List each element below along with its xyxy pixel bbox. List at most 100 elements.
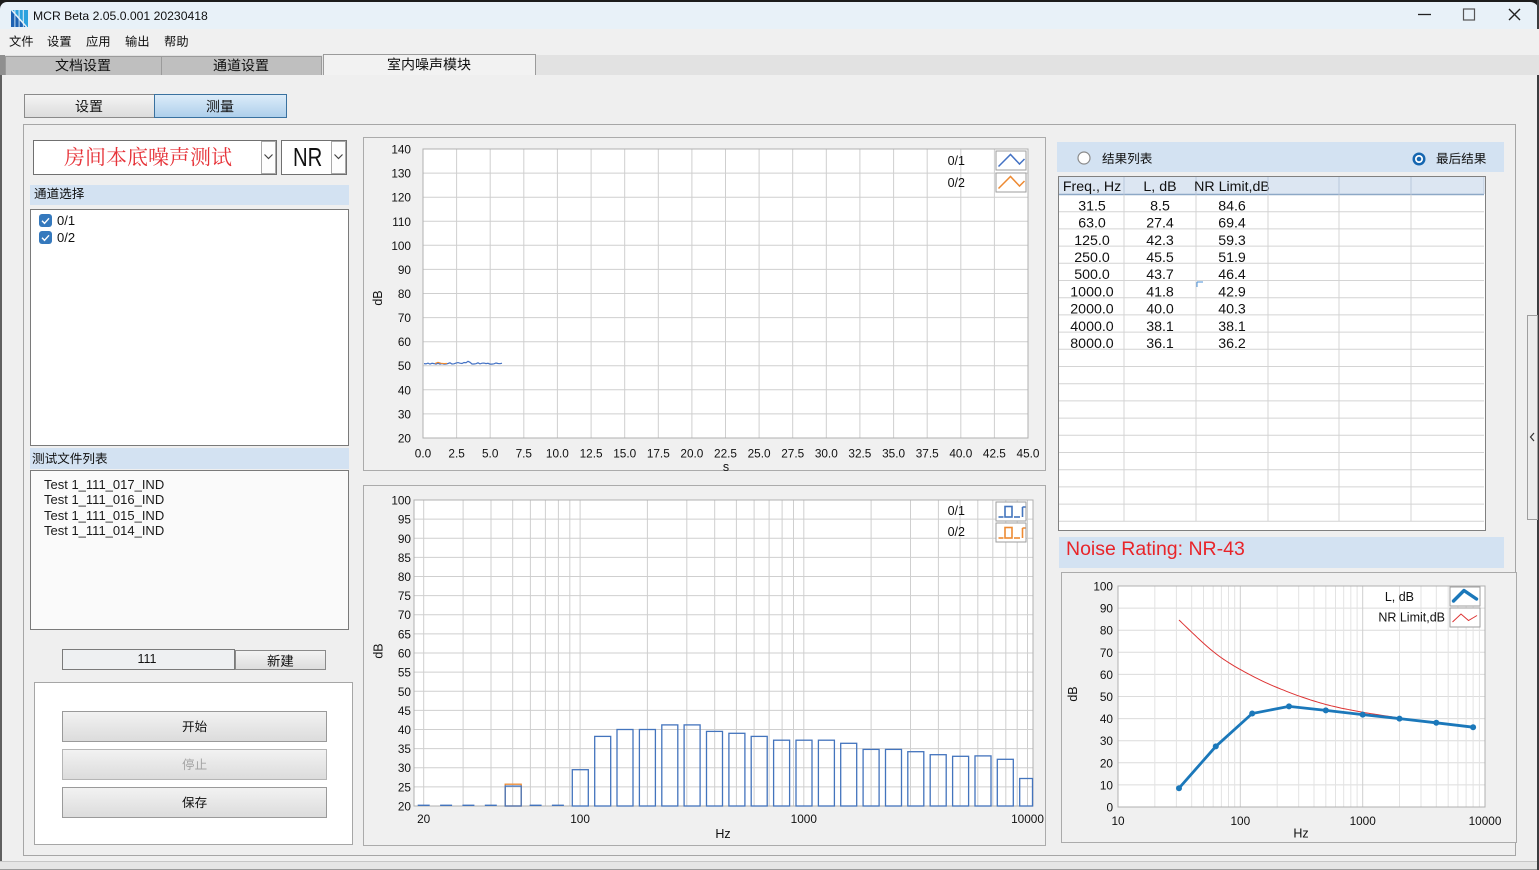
svg-text:100: 100 <box>1093 580 1113 594</box>
svg-text:dB: dB <box>372 643 386 658</box>
svg-text:10: 10 <box>1111 814 1125 828</box>
svg-text:42.9: 42.9 <box>1218 284 1246 300</box>
svg-text:42.5: 42.5 <box>983 447 1006 461</box>
svg-text:120: 120 <box>391 191 411 205</box>
svg-text:25.0: 25.0 <box>748 447 771 461</box>
svg-text:4000.0: 4000.0 <box>1070 319 1114 335</box>
svg-text:65: 65 <box>398 627 412 641</box>
svg-text:17.5: 17.5 <box>647 447 670 461</box>
svg-text:55: 55 <box>398 666 412 680</box>
svg-text:51.9: 51.9 <box>1218 250 1246 266</box>
svg-text:2.5: 2.5 <box>448 447 465 461</box>
svg-text:dB: dB <box>1066 686 1080 701</box>
svg-text:40.0: 40.0 <box>1146 302 1174 318</box>
svg-text:8.5: 8.5 <box>1150 198 1170 214</box>
svg-text:5.0: 5.0 <box>482 447 499 461</box>
svg-text:L, dB: L, dB <box>1143 179 1176 195</box>
svg-text:35.0: 35.0 <box>882 447 905 461</box>
svg-text:45.0: 45.0 <box>1017 447 1040 461</box>
svg-text:95: 95 <box>398 513 412 527</box>
svg-text:20.0: 20.0 <box>680 447 703 461</box>
svg-text:70: 70 <box>398 608 412 622</box>
svg-text:15.0: 15.0 <box>613 447 636 461</box>
svg-text:41.8: 41.8 <box>1146 284 1174 300</box>
svg-text:20: 20 <box>1100 756 1114 770</box>
svg-text:90: 90 <box>398 532 412 546</box>
svg-text:42.3: 42.3 <box>1146 233 1174 249</box>
svg-text:1000.0: 1000.0 <box>1070 284 1114 300</box>
svg-text:130: 130 <box>391 167 411 181</box>
svg-text:10000: 10000 <box>1011 812 1044 826</box>
svg-text:69.4: 69.4 <box>1218 216 1246 232</box>
svg-text:0: 0 <box>1106 801 1113 815</box>
svg-text:40: 40 <box>398 383 412 397</box>
svg-text:Freq., Hz: Freq., Hz <box>1063 179 1121 195</box>
svg-text:60: 60 <box>398 647 412 661</box>
svg-text:59.3: 59.3 <box>1218 233 1246 249</box>
svg-text:80: 80 <box>398 287 412 301</box>
svg-text:Hz: Hz <box>1293 827 1308 841</box>
svg-text:80: 80 <box>1100 624 1114 638</box>
svg-text:63.0: 63.0 <box>1078 216 1106 232</box>
svg-text:50: 50 <box>398 359 412 373</box>
svg-text:30: 30 <box>398 761 412 775</box>
svg-text:60: 60 <box>398 335 412 349</box>
svg-text:1000: 1000 <box>1350 814 1377 828</box>
svg-text:s: s <box>723 460 729 471</box>
svg-text:37.5: 37.5 <box>916 447 939 461</box>
svg-text:75: 75 <box>398 589 412 603</box>
svg-text:35: 35 <box>398 742 412 756</box>
svg-text:30: 30 <box>398 407 412 421</box>
svg-text:45: 45 <box>398 704 412 718</box>
svg-text:30.0: 30.0 <box>815 447 838 461</box>
svg-text:46.4: 46.4 <box>1218 267 1246 283</box>
svg-text:40.3: 40.3 <box>1218 302 1246 318</box>
svg-text:8000.0: 8000.0 <box>1070 336 1114 352</box>
svg-text:38.1: 38.1 <box>1146 319 1174 335</box>
svg-text:40: 40 <box>1100 712 1114 726</box>
svg-text:L, dB: L, dB <box>1385 590 1414 604</box>
svg-text:0.0: 0.0 <box>415 447 432 461</box>
svg-text:70: 70 <box>1100 646 1114 660</box>
svg-text:110: 110 <box>392 215 411 229</box>
svg-text:70: 70 <box>398 311 412 325</box>
svg-text:85: 85 <box>398 551 412 565</box>
svg-text:27.4: 27.4 <box>1146 216 1174 232</box>
svg-text:36.1: 36.1 <box>1146 336 1174 352</box>
svg-text:0/2: 0/2 <box>948 176 965 190</box>
svg-text:84.6: 84.6 <box>1218 198 1246 214</box>
svg-text:100: 100 <box>391 494 411 508</box>
svg-text:22.5: 22.5 <box>714 447 737 461</box>
svg-text:32.5: 32.5 <box>848 447 871 461</box>
svg-text:500.0: 500.0 <box>1074 267 1110 283</box>
svg-text:50: 50 <box>398 685 412 699</box>
svg-text:7.5: 7.5 <box>516 447 533 461</box>
svg-text:140: 140 <box>391 143 411 157</box>
svg-text:0/2: 0/2 <box>948 525 965 539</box>
svg-text:0/1: 0/1 <box>948 504 965 518</box>
svg-text:43.7: 43.7 <box>1146 267 1174 283</box>
svg-text:40.0: 40.0 <box>949 447 972 461</box>
svg-text:60: 60 <box>1100 668 1114 682</box>
svg-text:27.5: 27.5 <box>781 447 804 461</box>
svg-text:36.2: 36.2 <box>1218 336 1246 352</box>
svg-text:40: 40 <box>398 723 412 737</box>
svg-text:100: 100 <box>570 812 590 826</box>
svg-text:20: 20 <box>398 432 412 446</box>
svg-text:45.5: 45.5 <box>1146 250 1174 266</box>
svg-text:NR Limit,dB: NR Limit,dB <box>1194 179 1270 195</box>
svg-text:125.0: 125.0 <box>1074 233 1110 249</box>
svg-text:0/1: 0/1 <box>948 154 965 168</box>
svg-text:20: 20 <box>417 812 431 826</box>
svg-text:100: 100 <box>391 239 411 253</box>
svg-text:80: 80 <box>398 570 412 584</box>
svg-text:NR Limit,dB: NR Limit,dB <box>1378 611 1445 625</box>
svg-text:31.5: 31.5 <box>1078 198 1106 214</box>
svg-text:90: 90 <box>398 263 412 277</box>
svg-text:2000.0: 2000.0 <box>1070 302 1114 318</box>
svg-text:100: 100 <box>1230 814 1250 828</box>
svg-text:dB: dB <box>371 290 385 305</box>
svg-text:10: 10 <box>1100 778 1114 792</box>
svg-text:1000: 1000 <box>791 812 818 826</box>
svg-text:38.1: 38.1 <box>1218 319 1246 335</box>
